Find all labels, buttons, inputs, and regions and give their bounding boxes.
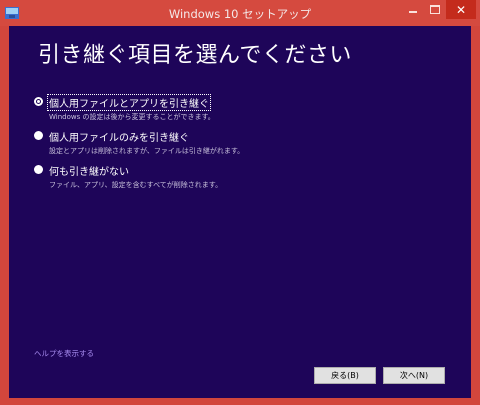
next-button[interactable]: 次へ(N)	[383, 367, 445, 384]
title-bar[interactable]: Windows 10 セットアップ ✕	[0, 0, 480, 26]
option-label[interactable]: 個人用ファイルとアプリを引き継ぐ	[47, 94, 211, 111]
minimize-icon	[409, 10, 417, 13]
back-button[interactable]: 戻る(B)	[314, 367, 376, 384]
option-label[interactable]: 個人用ファイルのみを引き継ぐ	[48, 129, 190, 144]
setup-content-panel: 引き継ぐ項目を選んでください 個人用ファイルとアプリを引き継ぐ Windows …	[9, 26, 471, 398]
option-label[interactable]: 何も引き継がない	[48, 163, 130, 178]
setup-window: Windows 10 セットアップ ✕ 引き継ぐ項目を選んでください 個人用ファ…	[0, 0, 480, 405]
option-description: ファイル、アプリ、設定を含むすべてが削除されます。	[49, 181, 223, 189]
maximize-button[interactable]	[424, 0, 446, 19]
radio-keep-nothing[interactable]	[34, 165, 43, 174]
close-button[interactable]: ✕	[446, 0, 476, 19]
maximize-icon	[430, 5, 440, 14]
radio-keep-files-only[interactable]	[34, 131, 43, 140]
radio-keep-files-and-apps[interactable]	[34, 97, 43, 106]
option-description: Windows の設定は後から変更することができます。	[49, 113, 215, 121]
page-title: 引き継ぐ項目を選んでください	[38, 43, 352, 68]
option-description: 設定とアプリは削除されますが、ファイルは引き継がれます。	[49, 147, 245, 155]
close-icon: ✕	[455, 2, 467, 17]
help-link[interactable]: ヘルプを表示する	[34, 348, 94, 359]
minimize-button[interactable]	[402, 0, 424, 19]
